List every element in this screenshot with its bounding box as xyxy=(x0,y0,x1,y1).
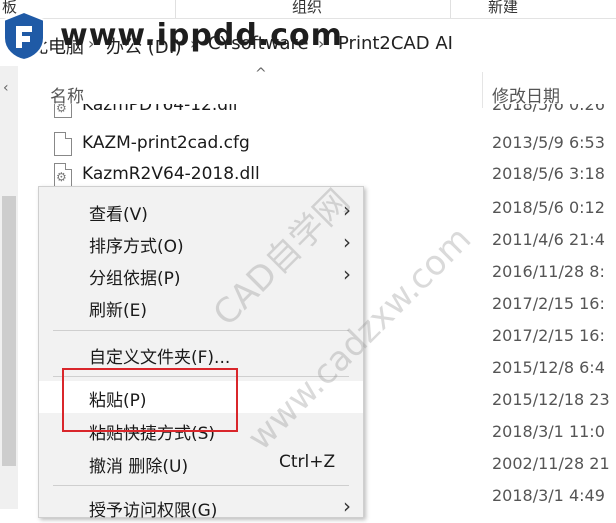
file-date: 2018/5/6 0:12 xyxy=(492,198,605,217)
file-date: 2018/5/6 0:26 xyxy=(492,104,605,114)
file-name: KazmR2V64-2018.dll xyxy=(82,164,260,184)
menu-item-sort-by[interactable]: 排序方式(O) › xyxy=(39,227,363,259)
ribbon-divider xyxy=(450,0,451,18)
file-date: 2015/12/18 23 xyxy=(492,390,610,409)
menu-item-undo-delete[interactable]: 撤消 删除(U) Ctrl+Z xyxy=(39,447,363,479)
chevron-right-icon: › xyxy=(343,494,351,518)
menu-item-refresh[interactable]: 刷新(E) xyxy=(39,291,363,323)
menu-item-label: 排序方式(O) xyxy=(89,237,184,257)
column-header-name[interactable]: 名称 xyxy=(50,72,480,108)
breadcrumb-print2cad[interactable]: Print2CAD AI xyxy=(338,33,453,54)
menu-item-customize-folder[interactable]: 自定义文件夹(F)... xyxy=(39,338,363,370)
menu-item-label: 撤消 删除(U) xyxy=(89,457,189,477)
scrollbar-thumb[interactable] xyxy=(2,196,16,466)
file-date: 2017/2/15 16: xyxy=(492,294,605,313)
menu-item-shortcut: Ctrl+Z xyxy=(279,452,336,472)
ribbon-group-organize[interactable]: 组织 xyxy=(292,0,322,17)
menu-item-view[interactable]: 查看(V) › xyxy=(39,195,363,227)
ribbon-divider xyxy=(175,0,176,18)
nav-pane-scrollbar[interactable]: ‹ xyxy=(0,66,18,509)
menu-item-label: 刷新(E) xyxy=(89,301,148,321)
menu-divider xyxy=(53,485,349,486)
list-item[interactable]: KAZM-print2cad.cfg 2013/5/9 6:53 xyxy=(50,130,616,160)
ribbon-bar: 板 组织 新建 xyxy=(0,0,616,19)
file-date: 2015/12/8 6:4 xyxy=(492,358,605,377)
file-date: 2018/5/6 3:18 xyxy=(492,164,605,183)
file-date: 2002/11/28 21 xyxy=(492,454,610,473)
column-header-modified[interactable]: 修改日期 xyxy=(490,72,616,108)
chevron-up-icon[interactable]: ‹ xyxy=(3,80,9,96)
menu-item-give-access[interactable]: 授予访问权限(G) › xyxy=(39,491,363,523)
file-name: KAZM-print2cad.cfg xyxy=(82,133,250,153)
file-date: 2017/2/15 16: xyxy=(492,326,605,345)
file-name: KazmPDT64-12.dll xyxy=(82,104,238,115)
menu-item-label: 查看(V) xyxy=(89,205,148,225)
file-date: 2011/4/6 21:4 xyxy=(492,230,605,249)
menu-item-group-by[interactable]: 分组依据(P) › xyxy=(39,259,363,291)
annotation-highlight-box xyxy=(62,368,238,432)
menu-item-label: 分组依据(P) xyxy=(89,269,181,289)
site-logo-icon xyxy=(3,10,45,62)
list-item[interactable]: KazmPDT64-12.dll 2018/5/6 0:26 xyxy=(50,104,616,122)
blank-file-icon xyxy=(54,132,72,156)
file-date: 2016/11/28 8: xyxy=(492,262,605,281)
ribbon-group-new[interactable]: 新建 xyxy=(488,0,518,17)
site-watermark-url: www.ippdd.com xyxy=(60,18,343,53)
chevron-right-icon: › xyxy=(343,198,351,222)
context-menu: 查看(V) › 排序方式(O) › 分组依据(P) › 刷新(E) 自定义文件夹… xyxy=(38,186,364,521)
menu-item-label: 自定义文件夹(F)... xyxy=(89,348,231,368)
file-date: 2013/5/9 6:53 xyxy=(492,133,605,152)
chevron-right-icon: › xyxy=(343,230,351,254)
column-divider[interactable] xyxy=(482,72,483,108)
gear-file-icon xyxy=(54,163,72,187)
file-date: 2018/3/1 11:0 xyxy=(492,422,605,441)
gear-file-icon xyxy=(54,104,72,118)
menu-divider xyxy=(53,330,349,331)
file-date: 2018/3/1 4:49 xyxy=(492,486,605,505)
chevron-right-icon: › xyxy=(343,262,351,286)
